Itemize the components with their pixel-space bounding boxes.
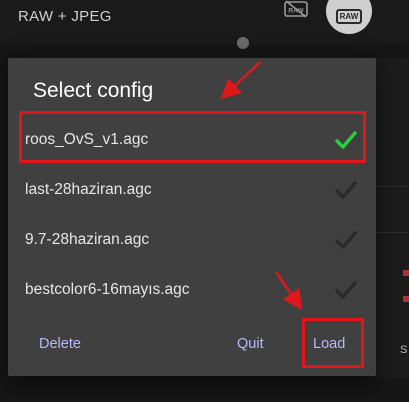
- config-item[interactable]: last-28haziran.agc: [8, 165, 376, 215]
- capture-mode-label[interactable]: RAW + JPEG: [18, 8, 112, 25]
- camera-app: RAW + JPEG RAW RAW S Select config roos_…: [0, 0, 409, 402]
- delete-button[interactable]: Delete: [39, 336, 81, 352]
- select-config-dialog: Select config roos_OvS_v1.agc last-28haz…: [8, 58, 376, 376]
- dialog-actions: Delete Quit Load: [8, 328, 376, 366]
- check-icon: [335, 231, 357, 249]
- raw-icon: RAW: [335, 8, 363, 24]
- background-text: S: [400, 344, 408, 356]
- config-item-label: bestcolor6-16mayıs.agc: [25, 281, 190, 298]
- background-marker: [403, 296, 409, 302]
- background-side-panel: [376, 58, 409, 378]
- config-item[interactable]: roos_OvS_v1.agc: [8, 115, 376, 165]
- divider: [376, 232, 409, 233]
- config-item-label: roos_OvS_v1.agc: [25, 131, 149, 148]
- dialog-title: Select config: [33, 79, 154, 102]
- divider: [376, 186, 409, 187]
- background-marker: [403, 270, 409, 276]
- quit-button[interactable]: Quit: [237, 336, 264, 352]
- config-item[interactable]: bestcolor6-16mayıs.agc: [8, 265, 376, 315]
- shutter-indicator-icon: [237, 37, 249, 49]
- config-list: roos_OvS_v1.agc last-28haziran.agc 9.7-2…: [8, 115, 376, 315]
- config-item[interactable]: 9.7-28haziran.agc: [8, 215, 376, 265]
- load-button[interactable]: Load: [313, 336, 345, 352]
- raw-off-icon[interactable]: RAW: [284, 0, 308, 18]
- check-icon: [335, 281, 357, 299]
- check-icon: [335, 131, 357, 149]
- raw-toggle-button[interactable]: RAW: [326, 0, 372, 34]
- config-item-label: last-28haziran.agc: [25, 181, 152, 198]
- check-icon: [335, 181, 357, 199]
- top-bar: RAW + JPEG RAW RAW: [0, 0, 409, 49]
- config-item-label: 9.7-28haziran.agc: [25, 231, 150, 248]
